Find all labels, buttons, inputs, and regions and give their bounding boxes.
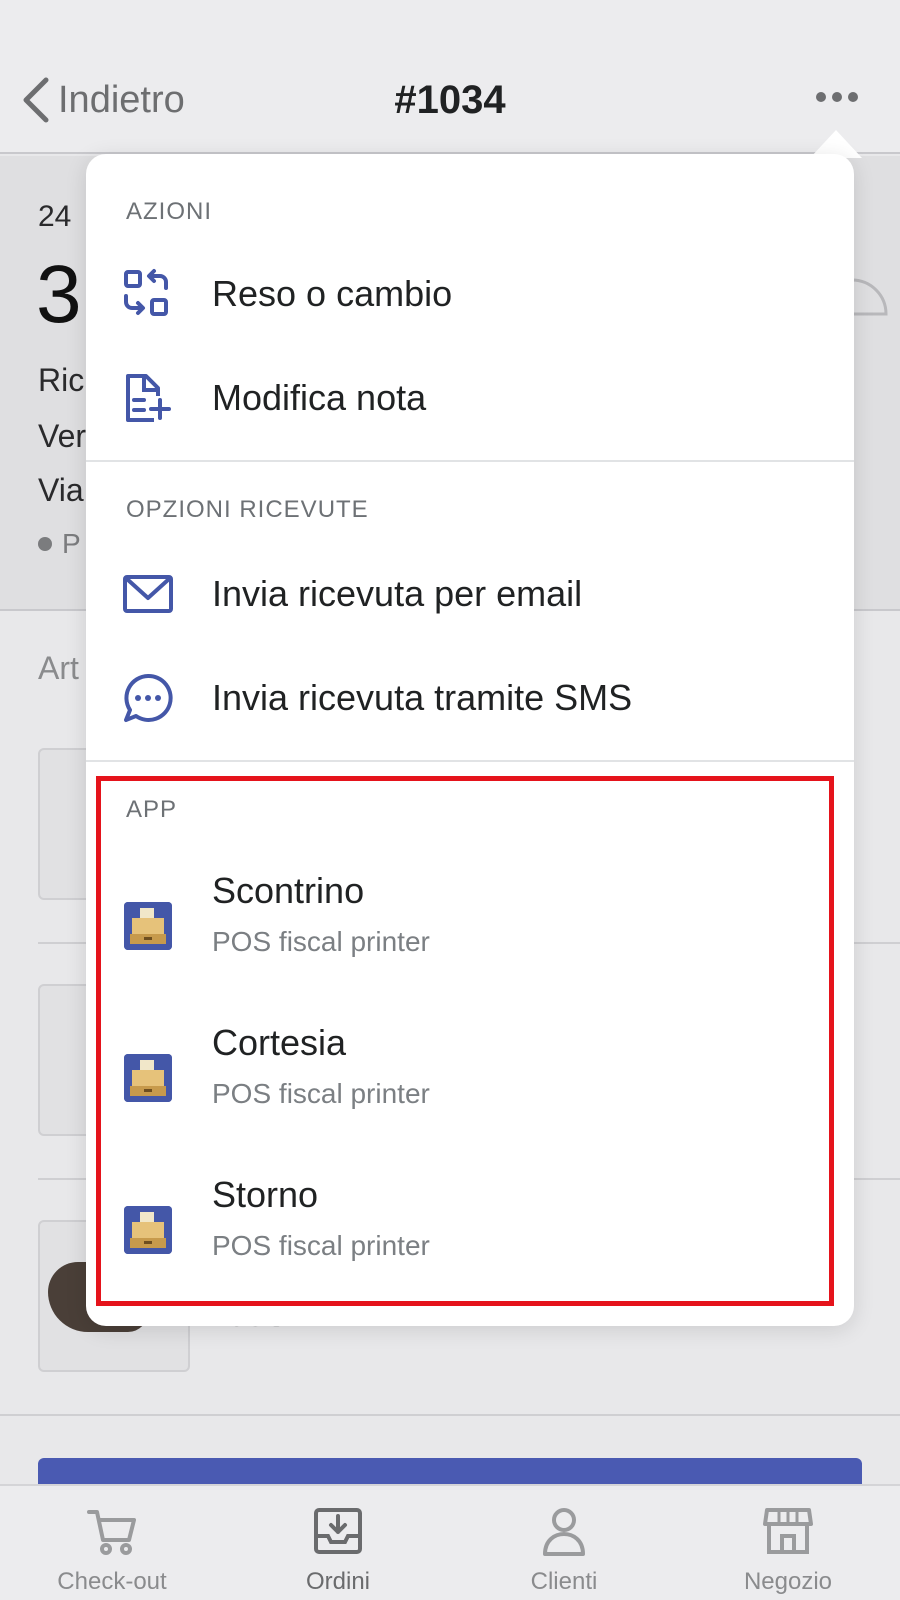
tab-label: Ordini: [305, 1568, 371, 1595]
summary-line-2: Ver: [38, 418, 87, 454]
tab-customers[interactable]: Clienti: [494, 1504, 634, 1596]
tab-store[interactable]: Negozio: [718, 1504, 858, 1596]
menu-item-return-exchange[interactable]: Reso o cambio: [86, 244, 854, 344]
section-title-actions: AZIONI: [126, 198, 213, 225]
tab-label: Negozio: [743, 1568, 833, 1595]
tab-orders[interactable]: Ordini: [268, 1504, 408, 1596]
status-text: P: [62, 528, 81, 559]
edit-note-icon: [122, 372, 174, 424]
tab-bar: Check-out Ordini Clienti Negozio: [0, 1484, 900, 1600]
menu-item-edit-note[interactable]: Modifica nota: [86, 348, 854, 448]
page-title: #1034: [394, 78, 506, 122]
navigation-bar: Indietro #1034: [0, 0, 900, 154]
section-title-receipts: OPZIONI RICEVUTE: [126, 496, 369, 523]
status-badge: P: [38, 528, 81, 560]
summary-line-3: Via: [38, 472, 84, 508]
menu-item-label: Invia ricevuta tramite SMS: [212, 677, 633, 718]
menu-item-label: Reso o cambio: [212, 273, 453, 314]
tab-label: Check-out: [57, 1568, 167, 1595]
return-exchange-icon: [122, 268, 174, 320]
customer-icon: [543, 1508, 585, 1556]
highlight-frame: [96, 776, 834, 1306]
section-divider: [86, 460, 854, 462]
tab-label: Clienti: [530, 1568, 598, 1595]
cart-icon: [87, 1510, 136, 1555]
summary-line-1: Ric: [38, 362, 85, 398]
pie-chart-icon: [850, 278, 888, 316]
menu-item-label: Invia ricevuta per email: [212, 573, 583, 614]
items-section-label: Art: [38, 650, 79, 686]
tab-checkout[interactable]: Check-out: [42, 1504, 182, 1596]
menu-item-label: Modifica nota: [212, 377, 427, 418]
email-icon: [122, 568, 174, 620]
store-icon: [763, 1508, 813, 1554]
row-divider: [0, 1414, 900, 1416]
more-options-icon[interactable]: [816, 86, 860, 106]
sms-chat-icon: [122, 672, 174, 724]
order-date: 24: [38, 200, 72, 233]
order-amount: 3: [36, 249, 82, 340]
section-divider: [86, 760, 854, 762]
menu-item-email-receipt[interactable]: Invia ricevuta per email: [86, 544, 854, 644]
orders-inbox-icon: [314, 1508, 362, 1554]
menu-item-sms-receipt[interactable]: Invia ricevuta tramite SMS: [86, 648, 854, 748]
status-dot-icon: [38, 537, 52, 551]
